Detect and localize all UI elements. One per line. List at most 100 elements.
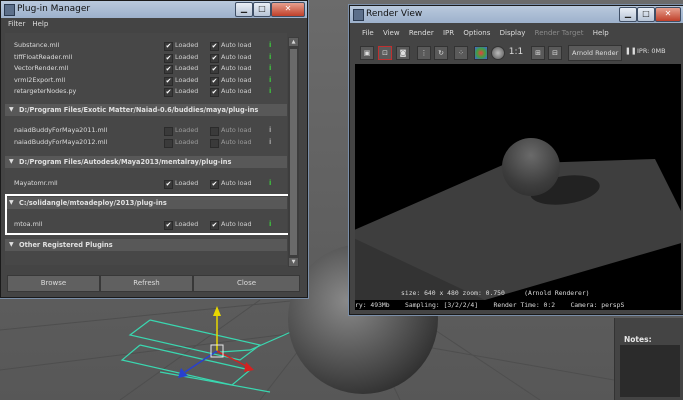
rgb-channels-icon[interactable]: [474, 46, 488, 60]
snapshot-icon[interactable]: ◙: [396, 46, 410, 60]
autoload-label: Auto load: [221, 41, 252, 49]
autoload-checkbox[interactable]: ✔: [210, 88, 219, 97]
mtoa-highlight-box: [5, 194, 290, 235]
move-manipulator[interactable]: [170, 300, 270, 385]
info-icon[interactable]: i: [269, 52, 272, 63]
plugin-row: Substance.mll ✔ Loaded ✔ Auto load i: [5, 40, 287, 51]
redo-render-icon[interactable]: ▣: [360, 46, 374, 60]
plugin-row: retargeterNodes.py ✔ Loaded ✔ Auto load i: [5, 86, 287, 97]
close-window-button[interactable]: ✕: [271, 2, 305, 17]
menu-ipr[interactable]: IPR: [443, 29, 454, 37]
menu-display[interactable]: Display: [500, 29, 526, 37]
loaded-checkbox[interactable]: ✔: [164, 65, 173, 74]
browse-button[interactable]: Browse: [7, 275, 100, 292]
maximize-button[interactable]: □: [637, 7, 655, 22]
renderer-select[interactable]: Arnold Render: [568, 45, 623, 61]
autoload-checkbox[interactable]: ✔: [210, 54, 219, 63]
remove-image-icon[interactable]: ⊟: [548, 46, 562, 60]
alpha-channel-icon[interactable]: [491, 46, 505, 60]
loaded-label: Loaded: [175, 53, 199, 61]
maya-app-icon: [4, 4, 15, 16]
render-status-line: ry: 493Mb Sampling: [3/2/2/4] Render Tim…: [355, 300, 681, 310]
info-icon[interactable]: i: [269, 178, 272, 189]
ipr-icon[interactable]: ⋮: [417, 46, 431, 60]
z-axis-arrow: [178, 368, 188, 378]
info-icon[interactable]: i: [269, 125, 272, 136]
scroll-down-arrow-icon[interactable]: ▼: [289, 258, 298, 266]
loaded-checkbox[interactable]: [164, 139, 173, 148]
plugin-name: VectorRender.mll: [14, 64, 69, 72]
plugin-row: Mayatomr.mll ✔ Loaded ✔ Auto load i: [5, 178, 287, 189]
loaded-label: Loaded: [175, 76, 199, 84]
autoload-label: Auto load: [221, 87, 252, 95]
refresh-ipr-icon[interactable]: ↻: [434, 46, 448, 60]
menu-render[interactable]: Render: [409, 29, 434, 37]
section-path: D:/Program Files/Exotic Matter/Naiad-0.6…: [19, 106, 259, 114]
info-icon[interactable]: i: [269, 137, 272, 148]
menu-help[interactable]: Help: [32, 20, 48, 28]
menu-filter[interactable]: Filter: [8, 20, 25, 28]
region-render-icon[interactable]: ⊡: [378, 46, 392, 60]
refresh-button[interactable]: Refresh: [100, 275, 193, 292]
autoload-label: Auto load: [221, 76, 252, 84]
autoload-label: Auto load: [221, 179, 252, 187]
window-title: Render View: [366, 9, 423, 19]
loaded-label: Loaded: [175, 87, 199, 95]
notes-field[interactable]: [620, 345, 680, 397]
render-sphere: [502, 138, 560, 196]
maximize-button[interactable]: □: [253, 2, 271, 17]
menu-help[interactable]: Help: [593, 29, 609, 37]
autoload-checkbox[interactable]: ✔: [210, 77, 219, 86]
loaded-checkbox[interactable]: ✔: [164, 88, 173, 97]
plugin-manager-titlebar[interactable]: Plug-in Manager ▁ □ ✕: [1, 1, 307, 18]
y-axis-arrow: [213, 306, 221, 316]
plugin-name: naiadBuddyForMaya2011.mll: [14, 126, 108, 134]
maya-app-icon: [353, 9, 364, 21]
render-view-menubar: File View Render IPR Options Display Ren…: [350, 26, 683, 40]
autoload-checkbox[interactable]: ✔: [210, 180, 219, 189]
section-header-naiad[interactable]: ▼ D:/Program Files/Exotic Matter/Naiad-0…: [5, 104, 287, 116]
plugin-name: naiadBuddyForMaya2012.mll: [14, 138, 108, 146]
autoload-checkbox[interactable]: ✔: [210, 65, 219, 74]
loaded-checkbox[interactable]: ✔: [164, 77, 173, 86]
loaded-checkbox[interactable]: ✔: [164, 54, 173, 63]
loaded-checkbox[interactable]: ✔: [164, 180, 173, 189]
menu-view[interactable]: View: [383, 29, 400, 37]
minimize-button[interactable]: ▁: [619, 7, 637, 22]
loaded-label: Loaded: [175, 64, 199, 72]
pause-icon[interactable]: ❚❚: [625, 47, 637, 55]
info-icon[interactable]: i: [269, 40, 272, 51]
section-header-other[interactable]: ▼ Other Registered Plugins: [5, 239, 287, 251]
loaded-checkbox[interactable]: [164, 127, 173, 136]
scroll-thumb[interactable]: [290, 49, 297, 255]
loaded-label: Loaded: [175, 179, 199, 187]
keep-image-icon[interactable]: ⊞: [531, 46, 545, 60]
autoload-label: Auto load: [221, 53, 252, 61]
close-window-button[interactable]: ✕: [655, 7, 681, 22]
menu-file[interactable]: File: [362, 29, 374, 37]
autoload-checkbox[interactable]: [210, 127, 219, 136]
autoload-label: Auto load: [221, 138, 252, 146]
info-icon[interactable]: i: [269, 63, 272, 74]
one-to-one-button[interactable]: 1:1: [508, 46, 524, 58]
plugin-name: Substance.mll: [14, 41, 60, 49]
autoload-checkbox[interactable]: [210, 139, 219, 148]
collapse-arrow-icon: ▼: [9, 241, 14, 248]
info-icon[interactable]: i: [269, 75, 272, 86]
section-path: D:/Program Files/Autodesk/Maya2013/menta…: [19, 158, 232, 166]
loaded-label: Loaded: [175, 138, 199, 146]
render-view-titlebar[interactable]: Render View ▁ □ ✕: [350, 6, 683, 23]
close-button[interactable]: Close: [193, 275, 300, 292]
menu-options[interactable]: Options: [463, 29, 490, 37]
render-info-line: size: 640 x 480 zoom: 0.750 (Arnold Rend…: [401, 289, 590, 297]
menu-render-target[interactable]: Render Target: [535, 29, 584, 37]
render-image[interactable]: size: 640 x 480 zoom: 0.750 (Arnold Rend…: [355, 64, 681, 300]
display-channels-icon[interactable]: ⁘: [454, 46, 468, 60]
autoload-checkbox[interactable]: ✔: [210, 42, 219, 51]
scroll-up-arrow-icon[interactable]: ▲: [289, 38, 298, 46]
info-icon[interactable]: i: [269, 86, 272, 97]
section-header-mentalray[interactable]: ▼ D:/Program Files/Autodesk/Maya2013/men…: [5, 156, 287, 168]
minimize-button[interactable]: ▁: [235, 2, 253, 17]
loaded-checkbox[interactable]: ✔: [164, 42, 173, 51]
ipr-memory-label: IPR: 0MB: [637, 47, 666, 55]
